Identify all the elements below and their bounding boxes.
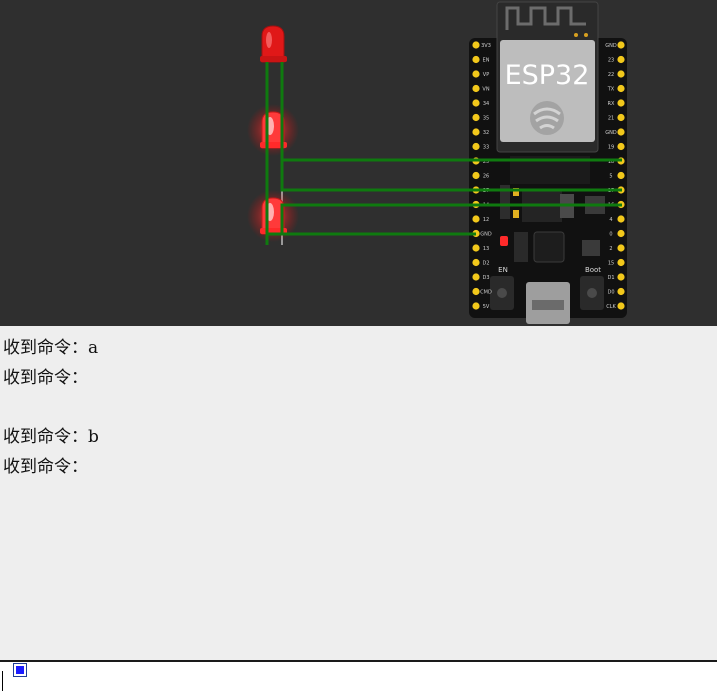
right-pin-label: 19 (608, 145, 614, 151)
right-pin-label: CLK (606, 304, 616, 310)
right-pin-label: 23 (608, 58, 614, 64)
left-pin-label: EN (483, 58, 490, 64)
left-pin-label: 35 (483, 116, 489, 122)
left-pin[interactable] (472, 84, 480, 93)
left-pin-label: GND (480, 232, 492, 238)
power-led (500, 236, 508, 246)
left-pin[interactable] (472, 142, 480, 151)
right-pin[interactable] (617, 128, 625, 136)
right-pin-label: 21 (608, 116, 614, 122)
en-button-label: EN (498, 266, 508, 274)
left-pin[interactable] (472, 70, 480, 78)
left-pin[interactable] (472, 244, 480, 252)
right-pin-label: GND (605, 43, 617, 49)
left-pin-label: 12 (483, 217, 489, 223)
left-pin[interactable] (472, 302, 480, 310)
right-pin[interactable] (617, 70, 625, 78)
right-pin[interactable] (617, 84, 625, 93)
left-pin-label: VN (482, 87, 489, 93)
left-pin[interactable] (472, 215, 480, 223)
right-pin[interactable] (617, 302, 625, 310)
simulation-canvas[interactable]: ESP32 EN Boot 3V3 EN VP VN 34 35 32 33 2… (0, 0, 717, 326)
right-pin[interactable] (617, 215, 625, 223)
left-pin[interactable] (472, 41, 480, 49)
left-pin[interactable] (472, 113, 480, 122)
right-pin[interactable] (617, 273, 625, 281)
boot-button-label: Boot (585, 266, 601, 274)
chip-label: ESP32 (505, 60, 590, 91)
serial-input-bar[interactable] (0, 660, 717, 699)
send-toggle[interactable] (13, 663, 27, 677)
right-pin-label: 2 (609, 246, 612, 252)
console-line: 收到命令：a (3, 338, 99, 358)
left-pin[interactable] (472, 258, 480, 267)
right-pin-label: GND (605, 130, 617, 136)
left-pin-label: 5V (483, 304, 490, 310)
right-pin[interactable] (617, 229, 625, 238)
left-pin[interactable] (472, 55, 480, 64)
right-pin[interactable] (617, 113, 625, 122)
right-pin-label: RX (608, 101, 615, 107)
console-line: 收到命令： (3, 457, 88, 477)
esp32-board[interactable]: ESP32 EN Boot 3V3ENVPVN34353233252627141… (469, 1, 627, 324)
left-pin[interactable] (472, 287, 480, 296)
right-pin[interactable] (617, 258, 625, 267)
right-pin-label: 15 (608, 261, 614, 267)
left-pin[interactable] (472, 171, 480, 180)
left-pin-label: CMD (480, 290, 492, 296)
right-pin-label: D1 (607, 275, 614, 281)
serial-input[interactable] (2, 671, 3, 691)
right-pin[interactable] (617, 244, 625, 252)
left-pin-label: 26 (483, 174, 489, 180)
left-pin-label: 13 (483, 246, 489, 252)
right-pin[interactable] (617, 287, 625, 296)
right-pin[interactable] (617, 99, 625, 107)
right-pin[interactable] (617, 142, 625, 151)
right-pin-label: 0 (609, 232, 612, 238)
left-pin-label: 32 (483, 130, 489, 136)
right-pin-label: 22 (608, 72, 614, 78)
right-pin-label: 4 (609, 217, 612, 223)
console-line: 收到命令： (3, 368, 88, 388)
left-pin-label: 34 (483, 101, 489, 107)
right-pin-label: 5 (609, 174, 612, 180)
console-line: 收到命令：b (3, 427, 99, 447)
left-pin-label: VP (483, 72, 489, 78)
left-pin-label: 3V3 (481, 43, 491, 49)
right-pin-label: D0 (607, 290, 614, 296)
left-pin-label: D2 (482, 261, 489, 267)
led-2[interactable] (247, 104, 299, 156)
right-pin[interactable] (617, 171, 625, 180)
right-pin-label: TX (607, 87, 615, 93)
left-pin[interactable] (472, 128, 480, 136)
right-pin[interactable] (617, 41, 625, 49)
left-pin-label: 33 (483, 145, 489, 151)
left-pin-label: D3 (482, 275, 489, 281)
left-pin[interactable] (472, 99, 480, 107)
right-pin[interactable] (617, 55, 625, 64)
left-pin[interactable] (472, 273, 480, 281)
serial-monitor: 收到命令：a 收到命令： 收到命令：b 收到命令： (0, 326, 717, 660)
